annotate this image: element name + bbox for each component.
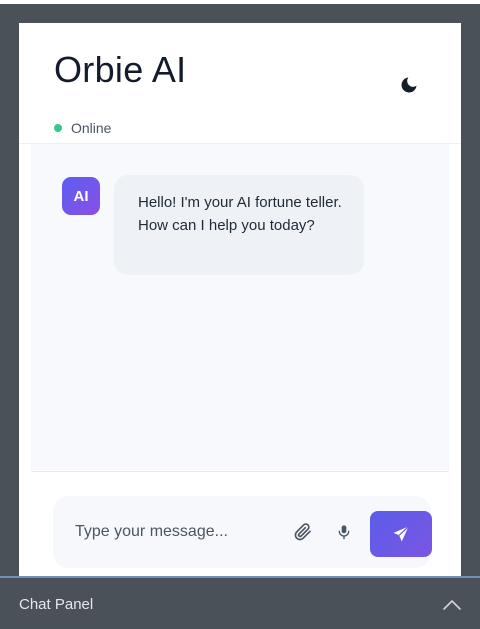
composer-pill: [53, 496, 432, 568]
status-indicator: Online: [54, 120, 111, 136]
panel-toggle-button[interactable]: [440, 596, 464, 614]
ai-avatar: AI: [62, 177, 100, 215]
send-button[interactable]: [370, 511, 432, 557]
message-list: AI Hello! I'm your AI fortune teller. Ho…: [31, 144, 449, 470]
paper-plane-icon: [393, 526, 409, 542]
moon-icon: [401, 77, 417, 93]
status-text: Online: [71, 120, 112, 136]
message-input[interactable]: [75, 520, 265, 544]
status-dot: [54, 124, 62, 132]
composer-area: [31, 471, 449, 580]
paperclip-icon: [294, 523, 311, 541]
chat-header: Orbie AI Online: [19, 23, 461, 144]
chat-panel-bar: Chat Panel: [0, 578, 480, 629]
microphone-icon: [338, 525, 350, 540]
theme-toggle-button[interactable]: [395, 71, 423, 99]
chat-window: Orbie AI Online AI Hello! I'm your AI fo…: [19, 23, 461, 580]
app-title: Orbie AI: [54, 49, 187, 90]
panel-frame: Orbie AI Online AI Hello! I'm your AI fo…: [0, 4, 480, 629]
microphone-button[interactable]: [332, 520, 356, 544]
panel-label: Chat Panel: [19, 596, 94, 613]
chevron-up-icon: [443, 600, 461, 610]
attach-button[interactable]: [291, 520, 315, 544]
message-bubble: Hello! I'm your AI fortune teller. How c…: [114, 175, 364, 275]
